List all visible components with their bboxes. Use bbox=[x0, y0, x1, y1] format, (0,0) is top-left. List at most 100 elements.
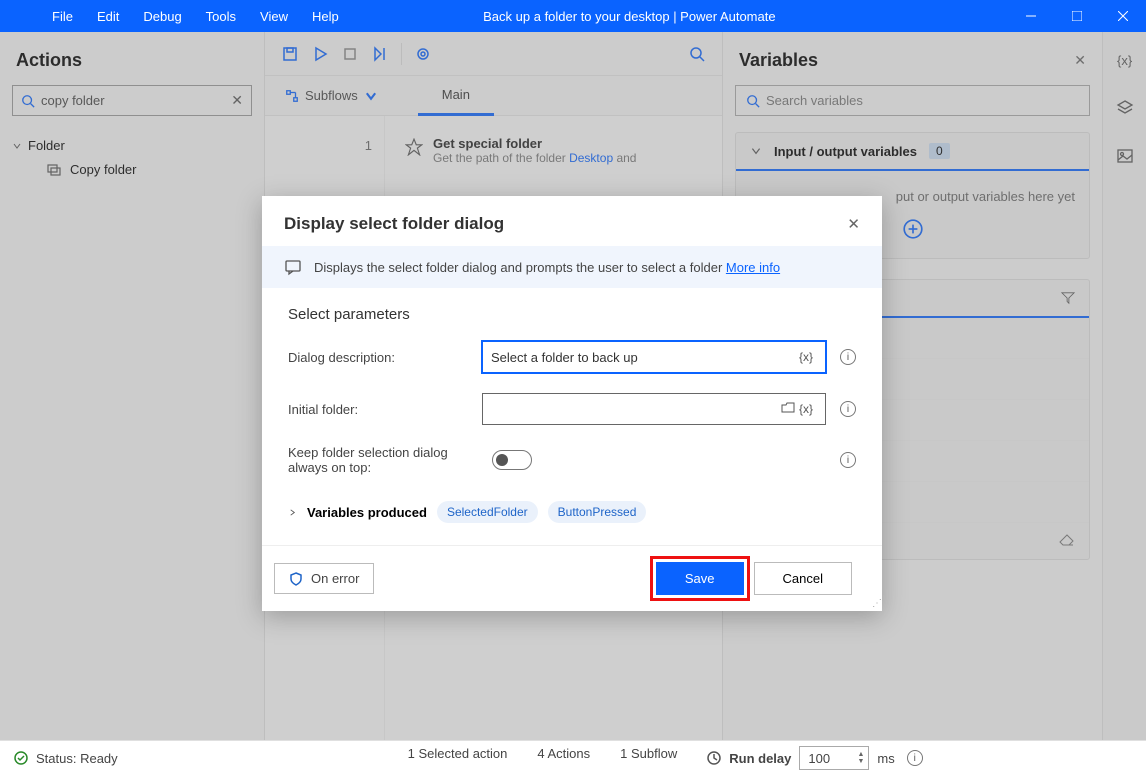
info-icon[interactable]: i bbox=[840, 401, 856, 417]
erase-icon bbox=[1059, 533, 1075, 549]
tree-group-folder[interactable]: Folder bbox=[12, 134, 252, 157]
section-heading: Select parameters bbox=[288, 306, 856, 323]
step-description: Get the path of the folder Desktop and bbox=[433, 151, 636, 165]
save-button[interactable]: Save bbox=[656, 562, 744, 595]
chevron-right-icon bbox=[288, 508, 297, 517]
run-icon[interactable] bbox=[305, 39, 335, 69]
run-delay-unit: ms bbox=[877, 751, 894, 766]
star-icon bbox=[405, 138, 423, 156]
chip-selected-folder[interactable]: SelectedFolder bbox=[437, 501, 538, 523]
info-icon[interactable]: i bbox=[907, 750, 923, 766]
param-label-initial-folder: Initial folder: bbox=[288, 402, 468, 417]
param-label-description: Dialog description: bbox=[288, 350, 468, 365]
variables-produced-row[interactable]: Variables produced SelectedFolder Button… bbox=[288, 495, 856, 537]
message-icon bbox=[284, 258, 302, 276]
status-text: Status: Ready bbox=[36, 751, 118, 766]
dialog-close-icon[interactable]: ✕ bbox=[847, 215, 860, 233]
minimize-button[interactable] bbox=[1008, 0, 1054, 32]
param-input-description[interactable]: Select a folder to back up {x} bbox=[482, 341, 826, 373]
subflow-bar: Subflows Main bbox=[265, 76, 722, 116]
chevron-down-icon bbox=[12, 141, 22, 151]
more-info-link[interactable]: More info bbox=[726, 260, 780, 275]
menu-debug[interactable]: Debug bbox=[131, 0, 193, 32]
search-flow-icon[interactable] bbox=[682, 39, 712, 69]
filter-icon[interactable] bbox=[1061, 291, 1075, 305]
menu-tools[interactable]: Tools bbox=[194, 0, 248, 32]
run-delay-input[interactable]: 100 ▲▼ bbox=[799, 746, 869, 770]
dialog-info-bar: Displays the select folder dialog and pr… bbox=[262, 246, 882, 288]
io-count-badge: 0 bbox=[929, 143, 950, 159]
on-error-button[interactable]: On error bbox=[274, 563, 374, 594]
title-bar: File Edit Debug Tools View Help Back up … bbox=[0, 0, 1146, 32]
actions-tree: Folder Copy folder bbox=[12, 134, 252, 181]
tree-item-copy-folder[interactable]: Copy folder bbox=[12, 157, 252, 181]
checkmark-icon bbox=[14, 751, 28, 765]
record-icon[interactable] bbox=[408, 39, 438, 69]
status-subflows: 1 Subflow bbox=[620, 746, 677, 770]
save-icon[interactable] bbox=[275, 39, 305, 69]
close-button[interactable] bbox=[1100, 0, 1146, 32]
subflows-label: Subflows bbox=[305, 88, 358, 103]
subflows-dropdown[interactable]: Subflows bbox=[275, 76, 388, 116]
variables-produced-label: Variables produced bbox=[307, 505, 427, 520]
tab-main[interactable]: Main bbox=[418, 76, 494, 116]
svg-text:{x}: {x} bbox=[1117, 53, 1133, 68]
actions-search-input[interactable] bbox=[35, 93, 231, 108]
cancel-button[interactable]: Cancel bbox=[754, 562, 852, 595]
actions-panel: Actions ✕ Folder Copy folder bbox=[0, 32, 265, 740]
step-icon[interactable] bbox=[365, 39, 395, 69]
tree-group-label: Folder bbox=[28, 138, 65, 153]
actions-search[interactable]: ✕ bbox=[12, 85, 252, 116]
variables-search-input[interactable] bbox=[760, 93, 1079, 108]
toolbar bbox=[265, 32, 722, 76]
info-icon[interactable]: i bbox=[840, 452, 856, 468]
info-icon[interactable]: i bbox=[840, 349, 856, 365]
insert-variable-icon[interactable]: {x} bbox=[795, 350, 817, 364]
menu-help[interactable]: Help bbox=[300, 0, 351, 32]
chevron-down-icon bbox=[364, 89, 378, 103]
actions-heading: Actions bbox=[16, 50, 248, 71]
right-rail: {x} bbox=[1102, 32, 1146, 740]
io-variables-label: Input / output variables bbox=[774, 144, 917, 159]
run-delay-label: Run delay bbox=[729, 751, 791, 766]
shield-icon bbox=[289, 572, 303, 586]
browse-folder-icon[interactable] bbox=[781, 401, 795, 418]
step-get-special-folder[interactable]: Get special folder Get the path of the f… bbox=[395, 128, 712, 173]
io-variables-header[interactable]: Input / output variables 0 bbox=[736, 133, 1089, 171]
dialog-display-select-folder: Display select folder dialog ✕ Displays … bbox=[262, 196, 882, 611]
tree-item-label: Copy folder bbox=[70, 162, 136, 177]
stop-icon[interactable] bbox=[335, 39, 365, 69]
clock-icon bbox=[707, 751, 721, 765]
search-icon bbox=[21, 94, 35, 108]
plus-circle-icon bbox=[902, 218, 924, 240]
param-label-always-on-top: Keep folder selection dialog always on t… bbox=[288, 445, 478, 475]
chevron-down-icon bbox=[750, 145, 762, 157]
variables-rail-icon[interactable]: {x} bbox=[1109, 44, 1141, 76]
window-title: Back up a folder to your desktop | Power… bbox=[351, 9, 1008, 24]
insert-variable-icon[interactable]: {x} bbox=[795, 402, 817, 416]
menu-file[interactable]: File bbox=[40, 0, 85, 32]
window-controls bbox=[1008, 0, 1146, 32]
variables-search[interactable] bbox=[735, 85, 1090, 116]
maximize-button[interactable] bbox=[1054, 0, 1100, 32]
dialog-title: Display select folder dialog bbox=[284, 214, 504, 234]
resize-grip[interactable]: ⋰ bbox=[872, 598, 880, 609]
run-delay-value: 100 bbox=[808, 751, 857, 766]
search-icon bbox=[746, 94, 760, 108]
close-variables-icon[interactable]: ✕ bbox=[1074, 52, 1086, 69]
copy-folder-icon bbox=[46, 161, 62, 177]
status-bar: Status: Ready 1 Selected action 4 Action… bbox=[0, 740, 1146, 775]
toggle-always-on-top[interactable] bbox=[492, 450, 532, 470]
layers-rail-icon[interactable] bbox=[1109, 92, 1141, 124]
images-rail-icon[interactable] bbox=[1109, 140, 1141, 172]
subflows-icon bbox=[285, 89, 299, 103]
chip-button-pressed[interactable]: ButtonPressed bbox=[548, 501, 647, 523]
menu-view[interactable]: View bbox=[248, 0, 300, 32]
step-title: Get special folder bbox=[433, 136, 636, 151]
clear-search-icon[interactable]: ✕ bbox=[231, 92, 243, 109]
variables-heading: Variables bbox=[739, 50, 818, 71]
spinner[interactable]: ▲▼ bbox=[857, 751, 864, 765]
param-input-initial-folder[interactable]: {x} bbox=[482, 393, 826, 425]
step-folder-link[interactable]: Desktop bbox=[569, 151, 613, 165]
menu-edit[interactable]: Edit bbox=[85, 0, 131, 32]
